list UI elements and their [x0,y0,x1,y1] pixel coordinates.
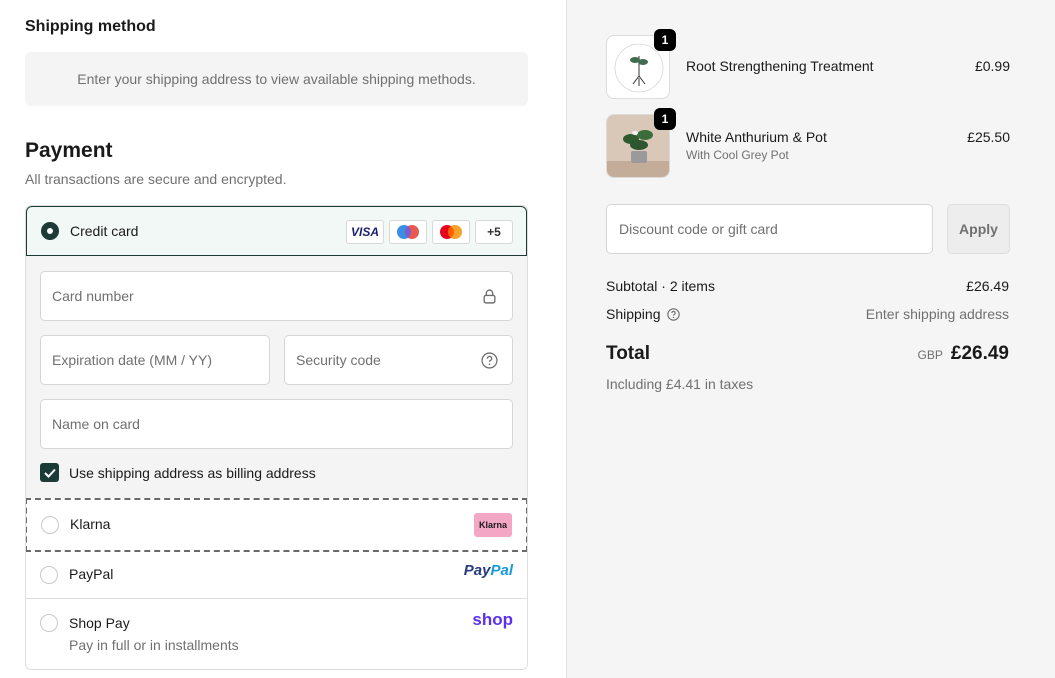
quantity-badge: 1 [654,108,676,130]
item-variant: With Cool Grey Pot [686,148,789,162]
discount-code-placeholder: Discount code or gift card [619,221,778,237]
total-amount: GBP £26.49 [918,343,1009,365]
billing-address-checkbox[interactable] [40,463,59,482]
credit-card-form: Card number Expiration date (MM / YY) Se… [26,256,527,499]
quantity-badge: 1 [654,29,676,51]
credit-card-radio[interactable] [41,222,59,240]
shipping-method-notice: Enter your shipping address to view avai… [25,52,528,106]
shop-pay-logo-icon: shop [472,610,513,629]
order-item: 1 Root Strengthening Treatment £0.99 [606,29,1010,99]
subtotal-label: Subtotal · 2 items [606,278,715,294]
tax-note: Including £4.41 in taxes [606,376,754,392]
shipping-row: Shipping [606,306,680,322]
currency-code: GBP [917,348,943,362]
card-number-placeholder: Card number [52,288,134,304]
discount-code-input[interactable]: Discount code or gift card [606,204,933,254]
paypal-label: PayPal [69,566,114,582]
more-cards-badge: +5 [475,220,513,244]
visa-icon: VISA [346,220,384,244]
expiration-date-placeholder: Expiration date (MM / YY) [52,352,213,368]
payment-option-shop-pay[interactable]: Shop Pay Pay in full or in installments … [26,599,527,669]
item-name: Root Strengthening Treatment [686,58,874,74]
checkmark-icon [43,468,56,478]
item-name: White Anthurium & Pot [686,129,827,145]
order-summary: 1 Root Strengthening Treatment £0.99 1 W… [566,0,1055,678]
payment-option-credit-card[interactable]: Credit card VISA +5 [26,206,527,256]
total-label: Total [606,343,650,364]
name-on-card-field[interactable]: Name on card [40,399,513,449]
shipping-value: Enter shipping address [865,306,1009,322]
name-on-card-placeholder: Name on card [52,416,140,432]
shop-pay-sublabel: Pay in full or in installments [69,637,239,653]
payment-methods: Credit card VISA +5 Card number Expirati… [25,205,528,670]
shop-pay-radio[interactable] [40,614,58,632]
shipping-label: Shipping [606,306,661,322]
paypal-logo-part-2: Pal [490,562,513,579]
maestro-icon [389,220,427,244]
payment-subtitle: All transactions are secure and encrypte… [25,171,287,187]
subtotal-value: £26.49 [966,278,1009,294]
checkout-main: Shipping method Enter your shipping addr… [0,0,566,678]
total-value: £26.49 [950,343,1009,364]
security-code-field[interactable]: Security code [284,335,513,385]
help-circle-icon[interactable] [666,308,680,321]
shipping-method-heading: Shipping method [25,18,156,35]
paypal-logo-icon: PayPal [464,562,513,579]
expiration-date-field[interactable]: Expiration date (MM / YY) [40,335,270,385]
klarna-label: Klarna [70,516,111,532]
item-price: £25.50 [967,129,1010,145]
item-price: £0.99 [974,58,1010,74]
paypal-logo-part-1: Pay [463,562,491,579]
question-circle-icon[interactable] [481,352,498,369]
order-item: 1 White Anthurium & Pot With Cool Grey P… [606,108,1010,178]
klarna-logo-icon: Klarna [474,513,512,537]
apply-discount-button[interactable]: Apply [947,204,1010,254]
billing-address-label: Use shipping address as billing address [69,465,316,481]
payment-option-klarna[interactable]: Klarna Klarna [26,498,527,552]
mastercard-icon [432,220,470,244]
credit-card-label: Credit card [70,223,139,239]
payment-option-paypal[interactable]: PayPal PayPal [26,552,527,599]
security-code-placeholder: Security code [296,352,381,368]
card-number-field[interactable]: Card number [40,271,513,321]
payment-heading: Payment [25,139,113,162]
shop-pay-label: Shop Pay [69,615,130,631]
lock-icon [483,289,496,304]
klarna-radio[interactable] [41,516,59,534]
card-brands: VISA +5 [346,220,513,244]
paypal-radio[interactable] [40,566,58,584]
